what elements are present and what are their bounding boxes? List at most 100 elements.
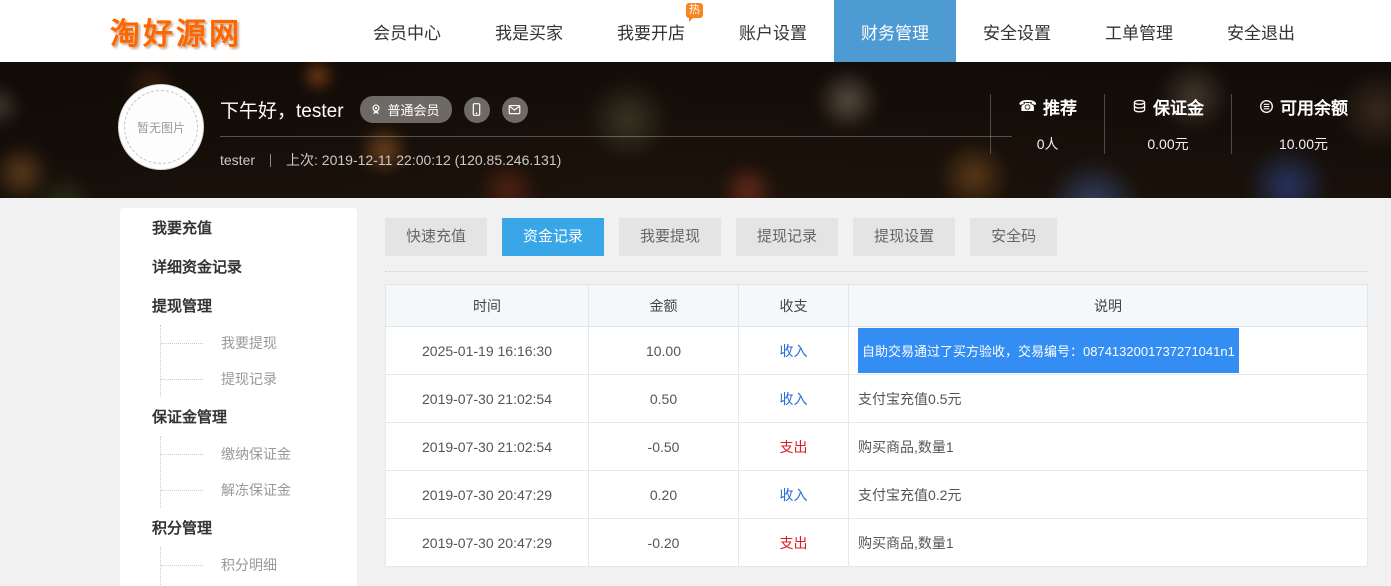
stat-value: 10.00元 [1259,134,1348,154]
banner-divider [220,136,1012,137]
sidebar-item-fund-detail-records[interactable]: 详细资金记录 [120,247,357,286]
medal-icon [369,103,383,117]
nav-item-finance-management[interactable]: 财务管理 [834,0,956,62]
table-body: 2025-01-19 16:16:3010.00收入自助交易通过了买方验收，交易… [386,327,1368,567]
user-info: 下午好，tester 普通会员 tester 上次: 2019-12-11 22… [220,62,1012,170]
cell-time: 2025-01-19 16:16:30 [386,327,589,375]
stat-label: 可用余额 [1259,94,1348,119]
cell-amount: -0.20 [589,519,739,567]
cell-direction: 收入 [739,375,849,423]
sidebar-item-withdraw-management[interactable]: 提现管理 [120,286,357,325]
cell-description: 购买商品,数量1 [849,519,1368,567]
nav-item-member-center[interactable]: 会员中心 [346,0,468,62]
sidebar-item-withdraw-apply[interactable]: 我要提现 [161,325,357,361]
login-separator [270,154,271,167]
col-header-description: 说明 [849,285,1368,327]
cell-time: 2019-07-30 21:02:54 [386,375,589,423]
content-panel: 快速充值资金记录我要提现提现记录提现设置安全码 时间金额收支说明 2025-01… [385,218,1368,567]
cell-direction: 收入 [739,471,849,519]
col-header-amount: 金额 [589,285,739,327]
cell-amount: 0.50 [589,375,739,423]
nav-item-label: 会员中心 [373,19,441,44]
nav-item-logout[interactable]: 安全退出 [1200,0,1322,62]
last-login: 上次: 2019-12-11 22:00:12 (120.85.246.131) [286,150,561,170]
tab-security-code[interactable]: 安全码 [970,218,1057,256]
coin-icon [1259,99,1274,114]
contact-email-button[interactable] [502,97,528,123]
stat-label: ☎ 推荐 [1018,94,1077,119]
sidebar-item-pay-deposit[interactable]: 缴纳保证金 [161,436,357,472]
stat-available-balance: 可用余额 10.00元 [1231,94,1375,154]
direction-badge: 收入 [780,391,808,407]
coins-icon [1132,99,1147,114]
nav-item-label: 安全退出 [1227,19,1295,44]
cell-time: 2019-07-30 20:47:29 [386,519,589,567]
selected-transaction-text: 自助交易通过了买方验收，交易编号：0874132001737271041n1 [858,328,1239,373]
nav-item-label: 财务管理 [861,19,929,44]
cell-description: 支付宝充值0.2元 [849,471,1368,519]
direction-badge: 收入 [780,487,808,503]
nav-item-label: 安全设置 [983,19,1051,44]
contact-mobile-button[interactable] [464,97,490,123]
table-row: 2019-07-30 21:02:54-0.50支出购买商品,数量1 [386,423,1368,471]
nav-item-account-settings[interactable]: 账户设置 [712,0,834,62]
sidebar-item-unfreeze-deposit[interactable]: 解冻保证金 [161,472,357,508]
tab-withdraw-records[interactable]: 提现记录 [736,218,838,256]
nav-item-open-shop[interactable]: 我要开店热 [590,0,712,62]
fund-records-table: 时间金额收支说明 2025-01-19 16:16:3010.00收入自助交易通… [385,284,1368,567]
cell-time: 2019-07-30 20:47:29 [386,471,589,519]
nav-item-security-settings[interactable]: 安全设置 [956,0,1078,62]
tab-withdraw-settings[interactable]: 提现设置 [853,218,955,256]
cell-description: 自助交易通过了买方验收，交易编号：0874132001737271041n1 [849,327,1368,375]
avatar-placeholder: 暂无图片 [137,119,185,136]
stat-label-text: 推荐 [1043,94,1077,119]
banner: 暂无图片 下午好，tester 普通会员 tester 上次: 2019-12-… [0,62,1391,198]
mobile-icon [469,102,484,117]
cell-description: 购买商品,数量1 [849,423,1368,471]
member-badge-label: 普通会员 [388,100,440,119]
cell-direction: 收入 [739,327,849,375]
sidebar-item-withdraw-records[interactable]: 提现记录 [161,361,357,397]
nav-item-ticket-management[interactable]: 工单管理 [1078,0,1200,62]
stat-value: 0人 [1018,134,1077,154]
sidebar-item-points-management[interactable]: 积分管理 [120,508,357,547]
sidebar-item-deposit-management[interactable]: 保证金管理 [120,397,357,436]
stat-value: 0.00元 [1132,134,1204,154]
sidebar-subtree: 我要提现提现记录 [160,325,357,397]
sidebar: 我要充值详细资金记录提现管理我要提现提现记录保证金管理缴纳保证金解冻保证金积分管… [120,208,357,586]
envelope-icon [507,102,522,117]
cell-amount: 0.20 [589,471,739,519]
tab-quick-recharge[interactable]: 快速充值 [385,218,487,256]
direction-badge: 支出 [780,439,808,455]
stat-label: 保证金 [1132,94,1204,119]
cell-description: 支付宝充值0.5元 [849,375,1368,423]
table-row: 2025-01-19 16:16:3010.00收入自助交易通过了买方验收，交易… [386,327,1368,375]
col-header-time: 时间 [386,285,589,327]
nav-item-i-am-buyer[interactable]: 我是买家 [468,0,590,62]
tab-bar: 快速充值资金记录我要提现提现记录提现设置安全码 [385,218,1368,256]
cell-direction: 支出 [739,519,849,567]
table-row: 2019-07-30 21:02:540.50 收入 支付宝充值0.5元 [386,375,1368,423]
brand-logo[interactable]: 淘好源网 [110,0,346,62]
table-row: 2019-07-30 20:47:290.20 收入 支付宝充值0.2元 [386,471,1368,519]
cell-amount: -0.50 [589,423,739,471]
table-head: 时间金额收支说明 [386,285,1368,327]
nav-item-label: 账户设置 [739,19,807,44]
nav-item-label: 我是买家 [495,19,563,44]
tab-withdraw-apply[interactable]: 我要提现 [619,218,721,256]
avatar[interactable]: 暂无图片 [118,84,204,170]
cell-direction: 支出 [739,423,849,471]
main-area: 我要充值详细资金记录提现管理我要提现提现记录保证金管理缴纳保证金解冻保证金积分管… [0,198,1391,586]
stat-label-text: 可用余额 [1280,94,1348,119]
direction-badge: 支出 [780,535,808,551]
sidebar-subtree: 缴纳保证金解冻保证金 [160,436,357,508]
nav-item-label: 我要开店 [617,19,685,44]
main-nav: 会员中心 我是买家 我要开店热 账户设置 财务管理 安全设置 工单管理 安全退出 [346,0,1322,62]
tab-fund-records[interactable]: 资金记录 [502,218,604,256]
telephone-icon: ☎ [1018,99,1037,114]
sidebar-item-recharge[interactable]: 我要充值 [120,208,357,247]
cell-amount: 10.00 [589,327,739,375]
tabs-divider [385,271,1367,272]
stat-label-text: 保证金 [1153,94,1204,119]
sidebar-item-points-detail[interactable]: 积分明细 [161,547,357,583]
